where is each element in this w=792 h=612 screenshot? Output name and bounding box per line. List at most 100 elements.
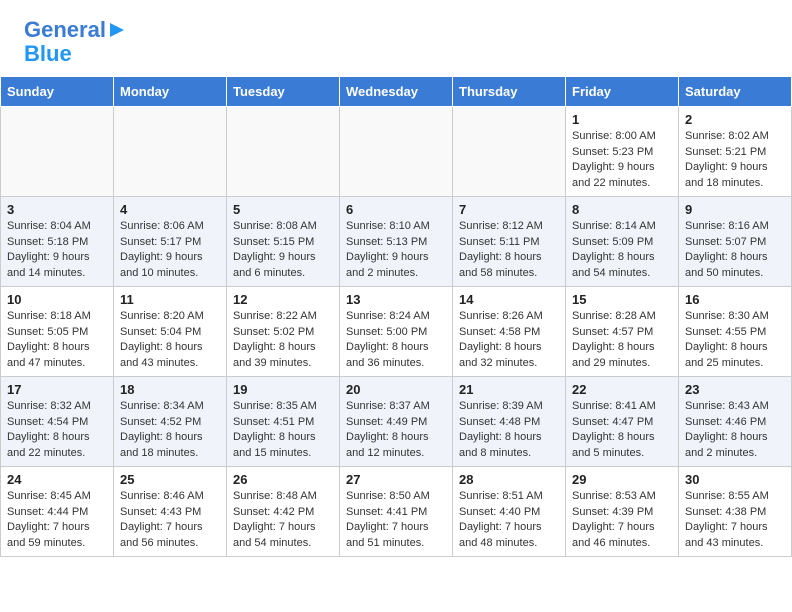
calendar-cell: 1 Sunrise: 8:00 AM Sunset: 5:23 PM Daylig… — [566, 107, 679, 197]
day-info: Sunrise: 8:22 AM Sunset: 5:02 PM Dayligh… — [233, 309, 333, 371]
calendar-cell — [340, 107, 453, 197]
day-info: Sunrise: 8:53 AM Sunset: 4:39 PM Dayligh… — [572, 489, 672, 551]
day-info: Sunrise: 8:00 AM Sunset: 5:23 PM Dayligh… — [572, 129, 672, 191]
day-number: 11 — [120, 292, 220, 307]
calendar-cell: 16 Sunrise: 8:30 AM Sunset: 4:55 PM Dayli… — [679, 287, 792, 377]
day-info: Sunrise: 8:30 AM Sunset: 4:55 PM Dayligh… — [685, 309, 785, 371]
day-number: 24 — [7, 472, 107, 487]
calendar-cell: 21 Sunrise: 8:39 AM Sunset: 4:48 PM Dayli… — [453, 377, 566, 467]
day-info: Sunrise: 8:34 AM Sunset: 4:52 PM Dayligh… — [120, 399, 220, 461]
day-info: Sunrise: 8:35 AM Sunset: 4:51 PM Dayligh… — [233, 399, 333, 461]
day-number: 3 — [7, 202, 107, 217]
day-number: 7 — [459, 202, 559, 217]
day-number: 14 — [459, 292, 559, 307]
day-info: Sunrise: 8:43 AM Sunset: 4:46 PM Dayligh… — [685, 399, 785, 461]
day-info: Sunrise: 8:45 AM Sunset: 4:44 PM Dayligh… — [7, 489, 107, 551]
day-info: Sunrise: 8:46 AM Sunset: 4:43 PM Dayligh… — [120, 489, 220, 551]
weekday-header-tuesday: Tuesday — [227, 77, 340, 107]
calendar-week-row: 3 Sunrise: 8:04 AM Sunset: 5:18 PM Daylig… — [1, 197, 792, 287]
day-number: 10 — [7, 292, 107, 307]
weekday-header-sunday: Sunday — [1, 77, 114, 107]
day-number: 19 — [233, 382, 333, 397]
day-number: 6 — [346, 202, 446, 217]
logo-arrow-icon — [106, 19, 128, 41]
calendar-cell: 27 Sunrise: 8:50 AM Sunset: 4:41 PM Dayli… — [340, 467, 453, 557]
day-info: Sunrise: 8:37 AM Sunset: 4:49 PM Dayligh… — [346, 399, 446, 461]
calendar-cell: 9Sunrise: 8:16 AM Sunset: 5:07 PM Daylig… — [679, 197, 792, 287]
day-info: Sunrise: 8:04 AM Sunset: 5:18 PM Dayligh… — [7, 219, 107, 281]
calendar-cell: 30 Sunrise: 8:55 AM Sunset: 4:38 PM Dayli… — [679, 467, 792, 557]
weekday-header-row: SundayMondayTuesdayWednesdayThursdayFrid… — [1, 77, 792, 107]
calendar-cell: 13 Sunrise: 8:24 AM Sunset: 5:00 PM Dayli… — [340, 287, 453, 377]
calendar-week-row: 24 Sunrise: 8:45 AM Sunset: 4:44 PM Dayli… — [1, 467, 792, 557]
calendar-cell: 25 Sunrise: 8:46 AM Sunset: 4:43 PM Dayli… — [114, 467, 227, 557]
day-number: 27 — [346, 472, 446, 487]
weekday-header-thursday: Thursday — [453, 77, 566, 107]
day-number: 29 — [572, 472, 672, 487]
weekday-header-monday: Monday — [114, 77, 227, 107]
calendar-week-row: 17 Sunrise: 8:32 AM Sunset: 4:54 PM Dayli… — [1, 377, 792, 467]
day-info: Sunrise: 8:32 AM Sunset: 4:54 PM Dayligh… — [7, 399, 107, 461]
day-number: 15 — [572, 292, 672, 307]
calendar-cell: 22 Sunrise: 8:41 AM Sunset: 4:47 PM Dayli… — [566, 377, 679, 467]
calendar-cell: 8 Sunrise: 8:14 AM Sunset: 5:09 PM Daylig… — [566, 197, 679, 287]
weekday-header-friday: Friday — [566, 77, 679, 107]
logo-text-line1: General — [24, 18, 106, 42]
calendar-week-row: 1 Sunrise: 8:00 AM Sunset: 5:23 PM Daylig… — [1, 107, 792, 197]
day-info: Sunrise: 8:41 AM Sunset: 4:47 PM Dayligh… — [572, 399, 672, 461]
calendar-cell: 11 Sunrise: 8:20 AM Sunset: 5:04 PM Dayli… — [114, 287, 227, 377]
day-info: Sunrise: 8:39 AM Sunset: 4:48 PM Dayligh… — [459, 399, 559, 461]
calendar-cell: 7 Sunrise: 8:12 AM Sunset: 5:11 PM Daylig… — [453, 197, 566, 287]
day-number: 25 — [120, 472, 220, 487]
calendar-cell — [227, 107, 340, 197]
day-info: Sunrise: 8:55 AM Sunset: 4:38 PM Dayligh… — [685, 489, 785, 551]
calendar-cell — [453, 107, 566, 197]
day-number: 28 — [459, 472, 559, 487]
day-number: 8 — [572, 202, 672, 217]
day-number: 13 — [346, 292, 446, 307]
calendar-cell: 10 Sunrise: 8:18 AM Sunset: 5:05 PM Dayli… — [1, 287, 114, 377]
day-info: Sunrise: 8:08 AM Sunset: 5:15 PM Dayligh… — [233, 219, 333, 281]
day-number: 4 — [120, 202, 220, 217]
calendar-cell: 18Sunrise: 8:34 AM Sunset: 4:52 PM Dayli… — [114, 377, 227, 467]
logo-text-line2: Blue — [24, 42, 72, 66]
day-info: Sunrise: 8:51 AM Sunset: 4:40 PM Dayligh… — [459, 489, 559, 551]
day-info: Sunrise: 8:18 AM Sunset: 5:05 PM Dayligh… — [7, 309, 107, 371]
day-info: Sunrise: 8:26 AM Sunset: 4:58 PM Dayligh… — [459, 309, 559, 371]
calendar-cell: 2Sunrise: 8:02 AM Sunset: 5:21 PM Daylig… — [679, 107, 792, 197]
calendar-cell: 17 Sunrise: 8:32 AM Sunset: 4:54 PM Dayli… — [1, 377, 114, 467]
calendar-cell: 29 Sunrise: 8:53 AM Sunset: 4:39 PM Dayli… — [566, 467, 679, 557]
day-number: 21 — [459, 382, 559, 397]
calendar-cell: 4 Sunrise: 8:06 AM Sunset: 5:17 PM Daylig… — [114, 197, 227, 287]
day-info: Sunrise: 8:06 AM Sunset: 5:17 PM Dayligh… — [120, 219, 220, 281]
day-number: 17 — [7, 382, 107, 397]
day-number: 30 — [685, 472, 785, 487]
calendar-cell: 14 Sunrise: 8:26 AM Sunset: 4:58 PM Dayli… — [453, 287, 566, 377]
day-number: 22 — [572, 382, 672, 397]
day-info: Sunrise: 8:24 AM Sunset: 5:00 PM Dayligh… — [346, 309, 446, 371]
calendar-cell: 19 Sunrise: 8:35 AM Sunset: 4:51 PM Dayli… — [227, 377, 340, 467]
day-info: Sunrise: 8:12 AM Sunset: 5:11 PM Dayligh… — [459, 219, 559, 281]
day-number: 20 — [346, 382, 446, 397]
day-info: Sunrise: 8:50 AM Sunset: 4:41 PM Dayligh… — [346, 489, 446, 551]
calendar-cell: 24 Sunrise: 8:45 AM Sunset: 4:44 PM Dayli… — [1, 467, 114, 557]
calendar-cell: 15 Sunrise: 8:28 AM Sunset: 4:57 PM Dayli… — [566, 287, 679, 377]
day-info: Sunrise: 8:20 AM Sunset: 5:04 PM Dayligh… — [120, 309, 220, 371]
calendar-cell: 20 Sunrise: 8:37 AM Sunset: 4:49 PM Dayli… — [340, 377, 453, 467]
day-info: Sunrise: 8:28 AM Sunset: 4:57 PM Dayligh… — [572, 309, 672, 371]
calendar-cell: 3 Sunrise: 8:04 AM Sunset: 5:18 PM Daylig… — [1, 197, 114, 287]
calendar-cell: 5 Sunrise: 8:08 AM Sunset: 5:15 PM Daylig… — [227, 197, 340, 287]
day-number: 2 — [685, 112, 785, 127]
day-number: 1 — [572, 112, 672, 127]
weekday-header-saturday: Saturday — [679, 77, 792, 107]
calendar-cell: 23 Sunrise: 8:43 AM Sunset: 4:46 PM Dayli… — [679, 377, 792, 467]
calendar-cell: 12Sunrise: 8:22 AM Sunset: 5:02 PM Dayli… — [227, 287, 340, 377]
day-info: Sunrise: 8:14 AM Sunset: 5:09 PM Dayligh… — [572, 219, 672, 281]
calendar-week-row: 10 Sunrise: 8:18 AM Sunset: 5:05 PM Dayli… — [1, 287, 792, 377]
logo: General Blue — [24, 18, 128, 66]
day-number: 16 — [685, 292, 785, 307]
day-number: 9 — [685, 202, 785, 217]
day-number: 23 — [685, 382, 785, 397]
day-number: 5 — [233, 202, 333, 217]
day-number: 26 — [233, 472, 333, 487]
